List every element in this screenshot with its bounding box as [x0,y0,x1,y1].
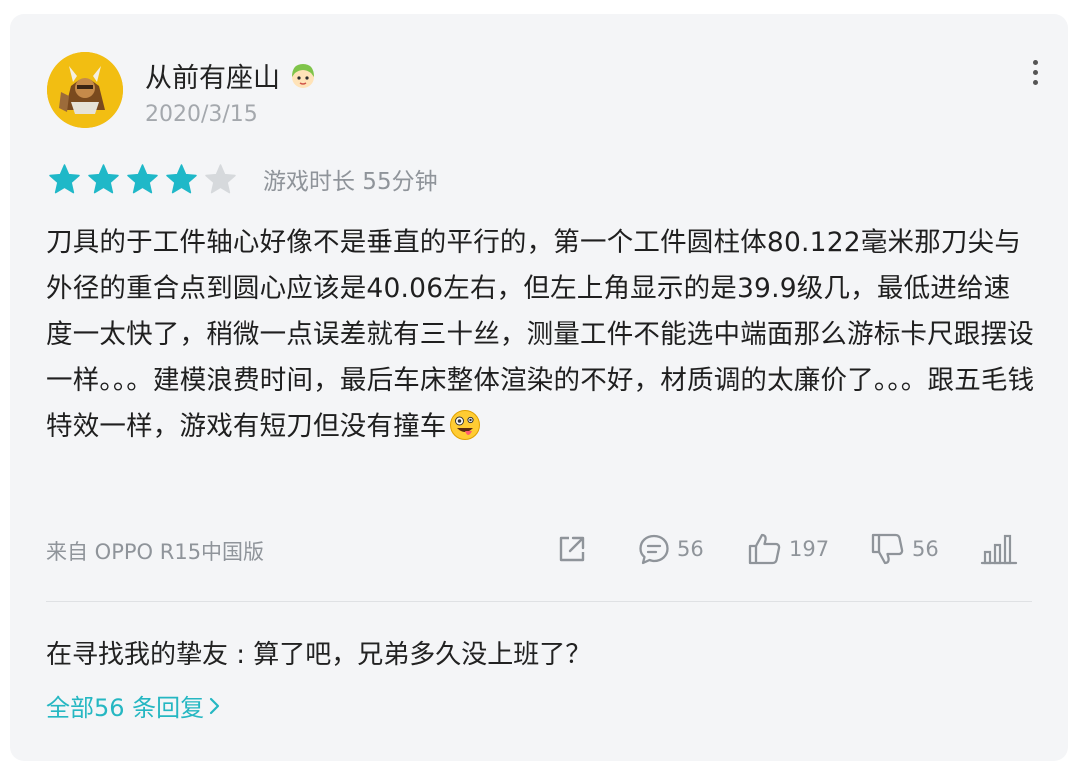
thumbs-down-icon [871,533,904,565]
star-rating [48,163,237,196]
username-text: 从前有座山 [145,63,280,94]
star-filled-icon [165,163,198,196]
view-all-replies-link[interactable]: 全部56 条回复 [46,688,222,723]
like-button[interactable]: 197 [747,532,842,566]
chevron-right-icon [210,697,220,714]
review-text: 刀具的于工件轴心好像不是垂直的平行的，第一个工件圆柱体80.122毫米那刀尖与外… [46,227,1035,442]
comment-icon [639,534,669,565]
divider [46,601,1032,602]
share-icon [559,536,585,562]
all-replies-label: 全部56 条回复 [46,694,205,722]
user-avatar[interactable] [47,52,123,128]
warrior-avatar-icon [47,52,123,128]
playtime-label: 游戏时长 55分钟 [263,169,438,195]
dislike-button[interactable]: 56 [870,532,950,566]
crazy-face-emoji-icon [449,409,481,441]
stats-button[interactable] [980,532,1018,566]
rating-row: 游戏时长 55分钟 [48,162,438,196]
dislike-count: 56 [912,537,939,561]
reply-preview[interactable]: 在寻找我的挚友 : 算了吧，兄弟多久没上班了？ [46,634,591,671]
review-body: 刀具的于工件轴心好像不是垂直的平行的，第一个工件圆柱体80.122毫米那刀尖与外… [46,220,1036,450]
username[interactable]: 从前有座山 [145,56,318,95]
like-count: 197 [789,537,830,561]
star-filled-icon [48,163,81,196]
thumbs-up-icon [748,533,781,565]
star-empty-icon [204,163,237,196]
bar-chart-icon [980,534,1018,565]
star-filled-icon [87,163,120,196]
post-date: 2020/3/15 [145,102,258,127]
comment-button[interactable]: 56 [637,532,717,566]
more-options-icon[interactable] [1030,60,1040,88]
comment-count: 56 [677,537,704,561]
share-button[interactable] [555,532,605,566]
device-info: 来自 OPPO R15中国版 [46,540,265,564]
action-bar: 56 197 56 [555,529,1018,569]
girl-badge-icon [288,61,318,91]
review-card: 从前有座山 2020/3/15 游戏时长 55分钟 刀具的于工件轴心好像不是垂直… [10,14,1068,761]
star-filled-icon [126,163,159,196]
